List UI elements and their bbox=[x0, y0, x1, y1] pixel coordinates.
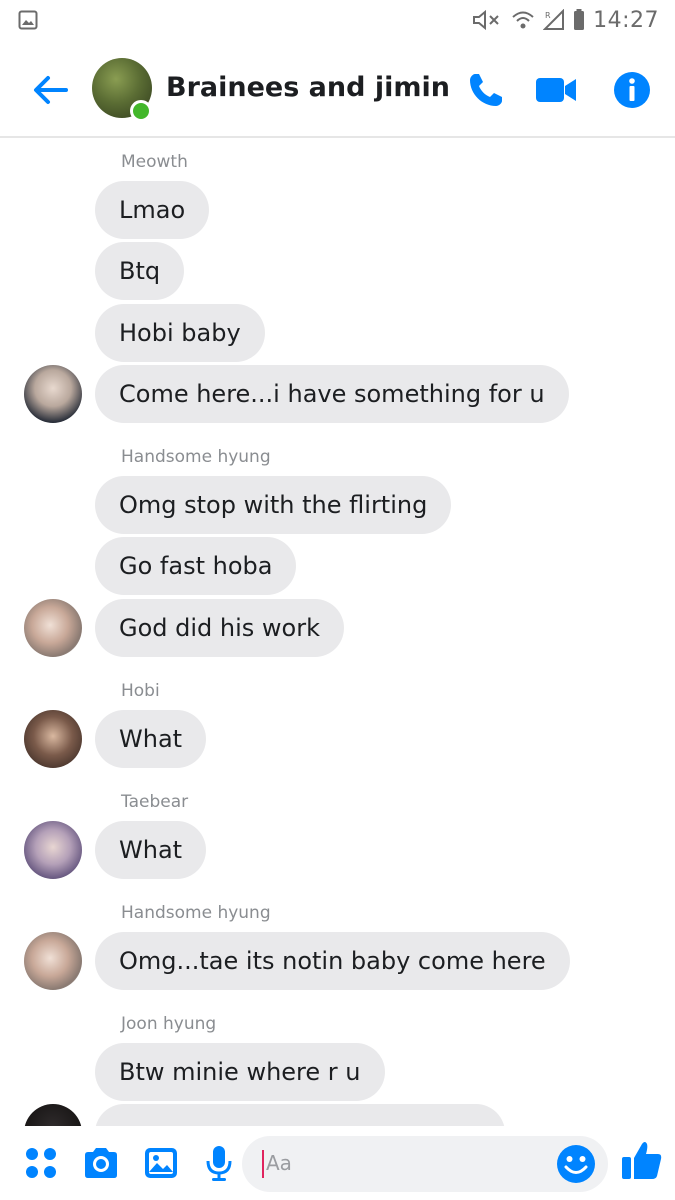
info-icon[interactable] bbox=[612, 70, 652, 110]
sender-name: Joon hyung bbox=[121, 1014, 217, 1034]
camera-icon[interactable] bbox=[82, 1144, 120, 1182]
message-bubble[interactable]: Go fast hoba bbox=[95, 537, 297, 595]
signal-icon: R bbox=[543, 9, 565, 30]
message-bubble[interactable]: Omg...tae its notin baby come here bbox=[95, 932, 570, 990]
video-call-icon[interactable] bbox=[536, 70, 576, 110]
sender-avatar[interactable] bbox=[24, 932, 82, 990]
message-input-placeholder: Aa bbox=[266, 1151, 292, 1175]
message-bubble[interactable]: What bbox=[95, 710, 207, 768]
chat-header: Brainees and jimin bbox=[0, 40, 675, 138]
sender-name: Meowth bbox=[121, 152, 188, 172]
mute-icon bbox=[473, 9, 499, 31]
battery-icon bbox=[574, 9, 585, 30]
chat-title[interactable]: Brainees and jimin bbox=[166, 72, 450, 103]
emoji-icon[interactable] bbox=[556, 1144, 596, 1184]
message-bubble[interactable]: Omg stop with the flirting bbox=[95, 476, 452, 534]
sender-name: Hobi bbox=[121, 681, 160, 701]
message-bubble[interactable]: Btq bbox=[95, 242, 185, 300]
sender-avatar[interactable] bbox=[24, 599, 82, 657]
message-bubble-partial[interactable] bbox=[95, 1104, 505, 1126]
message-list[interactable]: Meowth Lmao Btq Hobi baby Come here...i … bbox=[0, 140, 675, 1126]
status-bar: R 14:27 bbox=[0, 0, 675, 40]
message-bubble[interactable]: Come here...i have something for u bbox=[95, 365, 569, 423]
sender-name: Taebear bbox=[121, 792, 189, 812]
text-cursor bbox=[262, 1150, 264, 1178]
online-indicator bbox=[130, 100, 152, 122]
sender-avatar[interactable] bbox=[24, 365, 82, 423]
message-bubble[interactable]: Lmao bbox=[95, 181, 210, 239]
message-bubble[interactable]: God did his work bbox=[95, 599, 344, 657]
wifi-icon bbox=[512, 11, 534, 29]
message-bubble[interactable]: Hobi baby bbox=[95, 304, 265, 362]
mic-icon[interactable] bbox=[200, 1144, 238, 1182]
message-input[interactable]: Aa bbox=[242, 1136, 608, 1192]
sender-avatar[interactable] bbox=[24, 821, 82, 879]
sender-name: Handsome hyung bbox=[121, 903, 271, 923]
back-arrow-icon[interactable] bbox=[30, 70, 70, 110]
sender-avatar[interactable] bbox=[24, 710, 82, 768]
apps-icon[interactable] bbox=[22, 1144, 60, 1182]
message-composer: Aa bbox=[0, 1126, 675, 1200]
sender-name: Handsome hyung bbox=[121, 447, 271, 467]
phone-call-icon[interactable] bbox=[466, 70, 506, 110]
svg-text:R: R bbox=[545, 11, 551, 20]
message-bubble[interactable]: What bbox=[95, 821, 207, 879]
clock: 14:27 bbox=[593, 7, 659, 33]
message-bubble[interactable]: Btw minie where r u bbox=[95, 1043, 385, 1101]
gallery-notification-icon bbox=[18, 10, 38, 30]
status-icons: R 14:27 bbox=[471, 6, 659, 34]
thumbs-up-icon[interactable] bbox=[620, 1138, 664, 1182]
sender-avatar[interactable] bbox=[24, 1104, 82, 1126]
image-icon[interactable] bbox=[142, 1144, 180, 1182]
